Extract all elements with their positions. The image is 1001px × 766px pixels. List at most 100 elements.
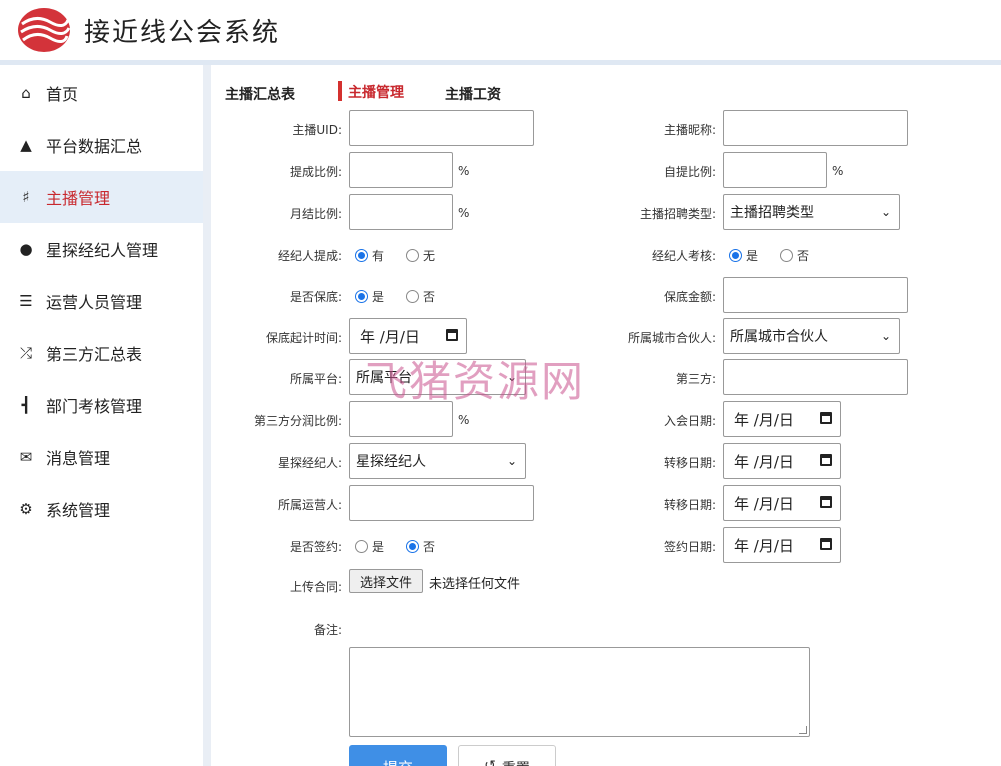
transfer-date2-input[interactable]: 年 /月/日 bbox=[723, 485, 841, 521]
tab-active-indicator bbox=[338, 81, 342, 101]
agent-review-yes-option[interactable]: 是 bbox=[729, 247, 758, 264]
calendar-icon[interactable] bbox=[820, 412, 832, 424]
sidebar-item-anchor-management[interactable]: ♯ 主播管理 bbox=[0, 171, 203, 223]
radio-unchecked-icon[interactable] bbox=[355, 540, 368, 553]
sidebar-item-scout-management[interactable]: ● 星探经纪人管理 bbox=[0, 223, 203, 275]
sidebar-item-label: 消息管理 bbox=[46, 449, 111, 468]
signed-no-option[interactable]: 否 bbox=[406, 538, 435, 555]
uid-input[interactable] bbox=[349, 110, 534, 146]
sidebar-item-system[interactable]: ⚙ 系统管理 bbox=[0, 483, 203, 535]
radio-label: 否 bbox=[797, 249, 810, 263]
radio-label: 是 bbox=[746, 249, 759, 263]
sign-date-label: 签约日期: bbox=[663, 540, 716, 554]
sidebar-item-third-party-summary[interactable]: ⤮ 第三方汇总表 bbox=[0, 327, 203, 379]
date-placeholder: 年 /月/日 bbox=[734, 452, 794, 471]
signed-yes-option[interactable]: 是 bbox=[355, 538, 384, 555]
guarantee-no-option[interactable]: 否 bbox=[406, 288, 435, 305]
shuffle-icon: ⤮ bbox=[19, 344, 32, 362]
city-partner-select[interactable]: 所属城市合伙人 ⌄ bbox=[723, 318, 900, 354]
third-share-input[interactable] bbox=[349, 401, 453, 437]
operator-input[interactable] bbox=[349, 485, 534, 521]
guarantee-start-label: 保底起计时间: bbox=[265, 331, 342, 345]
agent-review-no-option[interactable]: 否 bbox=[780, 247, 809, 264]
sidebar: ⌂ 首页 ▲ 平台数据汇总 ♯ 主播管理 ● 星探经纪人管理 ☰ 运营人员管理 … bbox=[0, 65, 203, 766]
recruit-type-label: 主播招聘类型: bbox=[639, 207, 716, 221]
radio-checked-icon[interactable] bbox=[729, 249, 742, 262]
join-date-input[interactable]: 年 /月/日 bbox=[723, 401, 841, 437]
radio-label: 否 bbox=[423, 290, 436, 304]
sidebar-item-messages[interactable]: ✉ 消息管理 bbox=[0, 431, 203, 483]
signed-label: 是否签约: bbox=[289, 540, 342, 554]
home-icon: ⌂ bbox=[21, 84, 31, 102]
submit-button[interactable]: 提交 bbox=[349, 745, 447, 766]
commission-input[interactable] bbox=[349, 152, 453, 188]
self-commission-input[interactable] bbox=[723, 152, 827, 188]
users-icon: ● bbox=[19, 240, 33, 258]
sidebar-item-label: 运营人员管理 bbox=[46, 293, 143, 312]
third-share-label: 第三方分润比例: bbox=[253, 414, 342, 428]
calendar-icon[interactable] bbox=[446, 329, 458, 341]
sidebar-item-label: 主播管理 bbox=[46, 189, 111, 208]
reset-label: 重置 bbox=[502, 758, 530, 766]
tab-anchor-management[interactable]: 主播管理 bbox=[348, 82, 404, 102]
calendar-icon[interactable] bbox=[820, 496, 832, 508]
guarantee-amount-input[interactable] bbox=[723, 277, 908, 313]
sidebar-item-department-review[interactable]: ┫ 部门考核管理 bbox=[0, 379, 203, 431]
self-commission-percent: % bbox=[832, 164, 844, 178]
choose-file-button[interactable]: 选择文件 bbox=[349, 569, 423, 593]
sidebar-item-label: 部门考核管理 bbox=[46, 397, 143, 416]
nickname-input[interactable] bbox=[723, 110, 908, 146]
tab-anchor-summary[interactable]: 主播汇总表 bbox=[225, 84, 295, 104]
radio-checked-icon[interactable] bbox=[355, 249, 368, 262]
agent-commission-yes-option[interactable]: 有 bbox=[355, 247, 384, 264]
sign-date-input[interactable]: 年 /月/日 bbox=[723, 527, 841, 563]
guarantee-yes-option[interactable]: 是 bbox=[355, 288, 384, 305]
sidebar-item-label: 第三方汇总表 bbox=[46, 345, 143, 364]
agent-commission-label: 经纪人提成: bbox=[277, 249, 342, 263]
third-party-input[interactable] bbox=[723, 359, 908, 395]
guarantee-radio-group: 是 否 bbox=[355, 288, 457, 305]
date-placeholder: 年 /月/日 bbox=[734, 410, 794, 429]
notes-textarea[interactable] bbox=[349, 647, 810, 737]
chevron-down-icon: ⌄ bbox=[880, 329, 891, 343]
sidebar-item-home[interactable]: ⌂ 首页 bbox=[0, 67, 203, 119]
gear-icon: ⚙ bbox=[19, 500, 33, 518]
radio-checked-icon[interactable] bbox=[406, 540, 420, 553]
anchor-icon: ♯ bbox=[22, 188, 30, 206]
reset-button[interactable]: ↺ 重置 bbox=[458, 745, 556, 766]
third-share-percent: % bbox=[458, 413, 470, 427]
third-party-label: 第三方: bbox=[675, 372, 716, 386]
calendar-icon[interactable] bbox=[820, 538, 832, 550]
sidebar-item-platform-summary[interactable]: ▲ 平台数据汇总 bbox=[0, 119, 203, 171]
radio-checked-icon[interactable] bbox=[355, 290, 368, 303]
guarantee-start-date-input[interactable]: 年 /月/日 bbox=[349, 318, 467, 354]
logo-icon bbox=[18, 8, 71, 52]
calendar-icon[interactable] bbox=[820, 454, 832, 466]
transfer-date-input[interactable]: 年 /月/日 bbox=[723, 443, 841, 479]
upload-label: 上传合同: bbox=[289, 580, 342, 594]
list-icon: ☰ bbox=[19, 292, 33, 310]
nickname-label: 主播昵称: bbox=[663, 123, 716, 137]
date-placeholder: 年 /月/日 bbox=[734, 494, 794, 513]
mail-icon: ✉ bbox=[19, 448, 33, 466]
radio-unchecked-icon[interactable] bbox=[406, 290, 420, 303]
platform-value: 所属平台 bbox=[356, 370, 412, 386]
transfer-date2-label: 转移日期: bbox=[663, 498, 716, 512]
scout-select[interactable]: 星探经纪人 ⌄ bbox=[349, 443, 526, 479]
sidebar-item-operator-management[interactable]: ☰ 运营人员管理 bbox=[0, 275, 203, 327]
app-header: 接近线公会系统 bbox=[0, 0, 1001, 60]
notes-label: 备注: bbox=[313, 623, 342, 637]
platform-label: 所属平台: bbox=[289, 372, 342, 386]
agent-commission-no-option[interactable]: 无 bbox=[406, 247, 435, 264]
radio-label: 无 bbox=[423, 249, 436, 263]
join-date-label: 入会日期: bbox=[663, 414, 716, 428]
guarantee-amount-label: 保底金额: bbox=[663, 290, 716, 304]
radio-unchecked-icon[interactable] bbox=[780, 249, 794, 262]
upload-status: 未选择任何文件 bbox=[429, 577, 521, 592]
recruit-type-select[interactable]: 主播招聘类型 ⌄ bbox=[723, 194, 900, 230]
platform-select[interactable]: 所属平台 ⌄ bbox=[349, 359, 526, 395]
resize-handle-icon[interactable] bbox=[799, 726, 807, 734]
radio-unchecked-icon[interactable] bbox=[406, 249, 420, 262]
monthly-input[interactable] bbox=[349, 194, 453, 230]
tab-anchor-salary[interactable]: 主播工资 bbox=[445, 84, 501, 104]
